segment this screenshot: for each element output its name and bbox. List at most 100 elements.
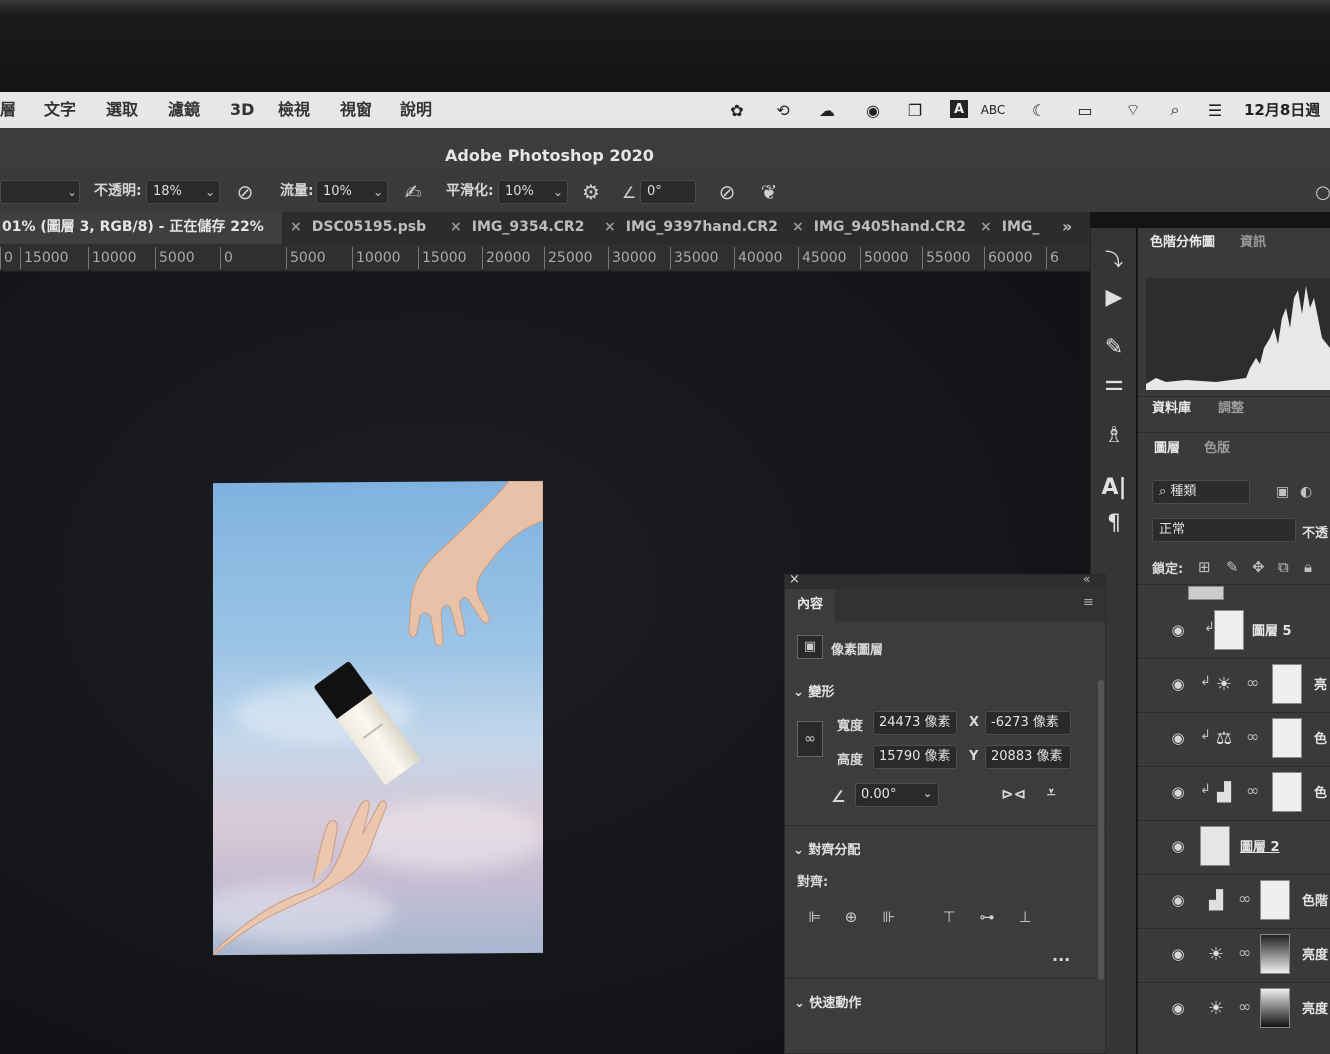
image-filter-icon[interactable]: ▣ xyxy=(1276,484,1289,500)
width-field[interactable]: 24473 像素 xyxy=(873,711,957,735)
collapse-icon[interactable]: « xyxy=(1083,572,1090,586)
adjustment-filter-icon[interactable]: ◐ xyxy=(1300,484,1312,500)
layer-row[interactable]: ◉ ↲ 圖層 5 xyxy=(1148,604,1330,658)
brush-angle-field[interactable]: 0° xyxy=(640,180,696,204)
panel-menu-icon[interactable]: ≡ xyxy=(1083,595,1094,610)
x-field[interactable]: -6273 像素 xyxy=(985,711,1071,735)
wifi-icon[interactable]: ⌔ xyxy=(1122,100,1144,120)
visibility-eye-icon[interactable]: ◉ xyxy=(1168,728,1188,748)
menu-filter[interactable]: 濾鏡 xyxy=(168,92,200,128)
tab-document[interactable]: × IMG_9405hand.CR2 xyxy=(792,212,966,244)
visibility-eye-icon[interactable]: ◉ xyxy=(1168,944,1188,964)
battery-icon[interactable]: ▭ xyxy=(1070,100,1100,120)
visibility-eye-icon[interactable]: ◉ xyxy=(1168,620,1188,640)
menu-3d[interactable]: 3D xyxy=(230,92,254,128)
properties-scrollbar[interactable] xyxy=(1098,680,1104,980)
visibility-eye-icon[interactable]: ◉ xyxy=(1168,674,1188,694)
chevron-down-icon[interactable]: ⌄ xyxy=(202,180,218,204)
tab-layers[interactable]: 圖層 xyxy=(1154,434,1180,464)
lock-all-icon[interactable]: 🔒︎ xyxy=(1304,558,1312,576)
chevron-down-icon[interactable]: ⌄ xyxy=(550,180,566,204)
airbrush-icon[interactable]: ✍ xyxy=(400,179,426,205)
layer-name[interactable]: 圖層 2 xyxy=(1240,836,1280,855)
blend-mode-select[interactable]: 正常 xyxy=(1152,518,1296,542)
menu-type[interactable]: 文字 xyxy=(44,92,76,128)
layer-name[interactable]: 亮度 xyxy=(1302,998,1328,1017)
lock-artboard-icon[interactable]: ⧉ xyxy=(1278,558,1289,576)
link-proportions-icon[interactable]: ∞ xyxy=(797,721,823,757)
record-icon[interactable]: ◉ xyxy=(862,100,884,120)
horizontal-ruler[interactable]: 0 15000 10000 5000 0 5000 10000 15000 20… xyxy=(0,244,1090,272)
layer-filter-select[interactable]: ⌕ 種類 xyxy=(1152,480,1250,504)
layer-row[interactable]: ◉ 圖層 2 xyxy=(1148,820,1330,874)
tab-active-document[interactable]: 01% (圖層 3, RGB/8) - 正在儲存 22% xyxy=(0,212,282,244)
layer-name[interactable]: 亮度 xyxy=(1302,944,1328,963)
lock-paint-icon[interactable]: ✎ xyxy=(1226,558,1239,576)
lock-transparent-icon[interactable]: ⊞ xyxy=(1198,558,1211,576)
clone-source-icon[interactable]: ♗ xyxy=(1099,420,1129,450)
clock[interactable]: 12月8日週 xyxy=(1244,92,1320,128)
close-icon[interactable]: × xyxy=(290,219,302,235)
align-middle-v-icon[interactable]: ⊶ xyxy=(976,906,998,928)
dark-mode-icon[interactable]: ☾ xyxy=(1028,100,1050,120)
flip-horizontal-icon[interactable]: ⊳⊲ xyxy=(1001,785,1026,803)
menu-view[interactable]: 檢視 xyxy=(278,92,310,128)
play-icon[interactable]: ▶ xyxy=(1099,282,1129,312)
tab-libraries[interactable]: 資料庫 xyxy=(1152,394,1191,424)
close-icon[interactable]: × xyxy=(450,219,462,235)
layer-name[interactable]: 亮 xyxy=(1314,674,1327,693)
height-field[interactable]: 15790 像素 xyxy=(873,745,957,769)
chevron-down-icon[interactable]: ⌄ xyxy=(923,787,932,800)
character-icon[interactable]: A| xyxy=(1099,472,1129,502)
layer-name[interactable]: 色 xyxy=(1314,728,1327,747)
tab-info[interactable]: 資訊 xyxy=(1240,228,1266,258)
close-icon[interactable]: × xyxy=(604,219,616,235)
layer-row[interactable]: ◉ ↲ ⚖ ∞ 色 xyxy=(1148,712,1330,766)
cloud-icon[interactable]: ☁ xyxy=(816,100,838,120)
tab-document[interactable]: × DSC05195.psb xyxy=(290,212,426,244)
gear-icon[interactable]: ⚙ xyxy=(578,179,604,205)
y-field[interactable]: 20883 像素 xyxy=(985,745,1071,769)
tab-histogram[interactable]: 色階分佈圖 xyxy=(1150,228,1215,258)
brush-settings-icon[interactable]: ✎ xyxy=(1099,332,1129,362)
input-source-icon[interactable]: A xyxy=(950,100,968,118)
search-icon[interactable]: ⌕ xyxy=(1164,100,1186,120)
visibility-eye-icon[interactable]: ◉ xyxy=(1168,890,1188,910)
control-center-icon[interactable]: ☰ xyxy=(1204,100,1226,120)
flip-vertical-icon[interactable]: ⩡ xyxy=(1047,783,1055,801)
pressure-size-icon[interactable]: ⊘ xyxy=(714,179,740,205)
transform-section-title[interactable]: ⌄ 變形 xyxy=(793,681,834,700)
tab-adjustments[interactable]: 調整 xyxy=(1218,394,1244,424)
paragraph-icon[interactable]: ¶ xyxy=(1099,508,1129,538)
symmetry-icon[interactable]: ❦ xyxy=(756,179,782,205)
input-source-label[interactable]: ABC xyxy=(976,100,1010,120)
pressure-opacity-icon[interactable]: ⊘ xyxy=(232,179,258,205)
layer-name[interactable]: 色階 xyxy=(1302,890,1328,909)
layer-row[interactable]: ◉ ▟ ∞ 色階 xyxy=(1148,874,1330,928)
align-section-title[interactable]: ⌄ 對齊分配 xyxy=(793,839,860,858)
tab-channels[interactable]: 色版 xyxy=(1204,434,1230,464)
layer-row[interactable]: ◉ ☀ ∞ 亮度 xyxy=(1148,928,1330,982)
tab-document[interactable]: × IMG_ xyxy=(980,212,1039,244)
align-center-h-icon[interactable]: ⊕ xyxy=(840,906,862,928)
lock-move-icon[interactable]: ✥ xyxy=(1252,558,1265,576)
quick-actions-section-title[interactable]: ⌄ 快速動作 xyxy=(794,992,861,1011)
visibility-eye-icon[interactable]: ◉ xyxy=(1168,782,1188,802)
align-right-icon[interactable]: ⊪ xyxy=(878,906,900,928)
menu-layer[interactable]: 層 xyxy=(0,92,16,128)
tab-document[interactable]: × IMG_9354.CR2 xyxy=(450,212,584,244)
menu-window[interactable]: 視窗 xyxy=(340,92,372,128)
history-icon[interactable]: ⤵ xyxy=(1099,244,1129,274)
tab-properties[interactable]: 內容 xyxy=(785,589,835,621)
align-left-icon[interactable]: ⊫ xyxy=(804,906,826,928)
chevron-down-icon[interactable]: ⌄ xyxy=(64,180,80,204)
close-icon[interactable]: × xyxy=(792,219,804,235)
layer-name[interactable]: 色 xyxy=(1314,782,1327,801)
visibility-eye-icon[interactable]: ◉ xyxy=(1168,998,1188,1018)
menu-help[interactable]: 說明 xyxy=(400,92,432,128)
search-icon[interactable]: ○ xyxy=(1310,179,1330,205)
close-icon[interactable]: × xyxy=(789,572,800,587)
layer-row[interactable]: ◉ ↲ ☀ ∞ 亮 xyxy=(1148,658,1330,712)
layer-row[interactable]: ◉ ↲ ▟ ∞ 色 xyxy=(1148,766,1330,820)
align-top-icon[interactable]: ⊤ xyxy=(938,906,960,928)
